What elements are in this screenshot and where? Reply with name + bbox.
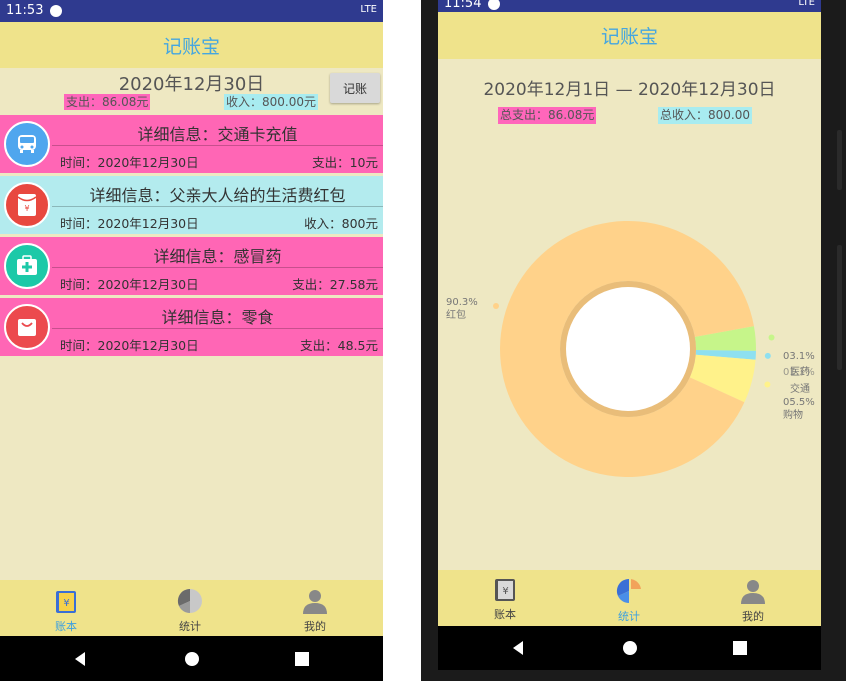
record-title: 详细信息：父亲大人给的生活费红包 xyxy=(89,186,346,205)
record-time: 时间：2020年12月30日 xyxy=(60,277,199,292)
divider xyxy=(52,328,383,329)
pie-chart-icon xyxy=(616,578,641,604)
tab-mine[interactable]: 我的 xyxy=(295,587,335,634)
total-income: 总收入：800.00 xyxy=(658,107,752,124)
record-amount: 收入：800元 xyxy=(304,216,378,231)
svg-text:¥: ¥ xyxy=(24,204,29,213)
volume-button xyxy=(837,130,842,190)
tab-stats-label: 统计 xyxy=(618,610,640,623)
pie-label-shopping: 05.5% 购物 xyxy=(783,396,815,422)
record-amount: 支出：27.58元 xyxy=(292,277,378,292)
svg-text:¥: ¥ xyxy=(63,598,69,609)
pie-label-percent: 90.3% xyxy=(446,297,478,308)
record-item[interactable]: 详细信息：交通卡充值 时间：2020年12月30日 支出：10元 xyxy=(0,115,383,173)
pie-label-marker xyxy=(764,381,771,388)
bus-icon xyxy=(4,121,50,167)
pie-label-medicine: 03.1% xyxy=(783,350,815,363)
add-record-button[interactable]: 记账 xyxy=(330,73,380,103)
pie-label-name: 购物 xyxy=(783,410,803,421)
record-time: 时间：2020年12月30日 xyxy=(60,155,199,170)
system-nav-bar xyxy=(438,626,821,670)
tab-ledger-label: 账本 xyxy=(55,620,77,633)
statistics-screen: 11:54 LTE 记账宝 2020年12月1日 — 2020年12月30日 总… xyxy=(438,0,821,670)
record-item[interactable]: 详细信息：感冒药 时间：2020年12月30日 支出：27.58元 xyxy=(0,237,383,295)
record-time: 时间：2020年12月30日 xyxy=(60,216,199,231)
sync-icon xyxy=(488,0,500,10)
network-indicator: LTE xyxy=(360,4,377,15)
total-expense: 总支出：86.08元 xyxy=(498,107,597,124)
pie-label-marker xyxy=(764,352,771,359)
status-bar: 11:53 LTE xyxy=(0,0,383,22)
red-envelope-icon: ¥ xyxy=(4,182,50,228)
pie-label-marker xyxy=(768,334,775,341)
record-title: 详细信息：感冒药 xyxy=(153,247,282,266)
pie-label-marker xyxy=(493,303,499,309)
tab-ledger[interactable]: ¥ 账本 xyxy=(485,577,525,622)
bottom-nav: ¥ 账本 统计 我的 xyxy=(0,580,383,636)
date-header: 2020年12月30日 支出：86.08元 收入：800.00元 记账 xyxy=(0,68,383,114)
shopping-bag-icon xyxy=(4,304,50,350)
record-time: 时间：2020年12月30日 xyxy=(60,338,199,353)
divider xyxy=(52,145,383,146)
tab-stats-label: 统计 xyxy=(179,620,201,633)
income-summary: 收入：800.00元 xyxy=(224,94,318,110)
pie-label-redpacket: 90.3% 红包 xyxy=(446,296,478,322)
home-icon[interactable] xyxy=(184,651,200,667)
app-title: 记账宝 xyxy=(0,22,383,68)
ledger-screen: 11:53 LTE 记账宝 2020年12月30日 支出：86.08元 收入：8… xyxy=(0,0,383,681)
tab-mine-label: 我的 xyxy=(742,610,764,623)
record-amount: 支出：48.5元 xyxy=(300,338,378,353)
record-title: 详细信息：交通卡充值 xyxy=(137,125,298,144)
pie-label-percent: 05.5% xyxy=(783,397,815,408)
ledger-icon: ¥ xyxy=(56,591,76,613)
tab-ledger-label: 账本 xyxy=(494,608,516,621)
home-icon[interactable] xyxy=(622,640,638,656)
pie-label-transport-name: 交通 xyxy=(790,384,810,395)
ledger-icon: ¥ xyxy=(495,579,515,601)
date-range: 2020年12月1日 — 2020年12月30日 xyxy=(483,80,776,100)
power-button xyxy=(837,245,842,370)
pie-label-transport-percent: 01.1% xyxy=(783,367,815,378)
status-time: 11:53 xyxy=(6,3,44,18)
current-date: 2020年12月30日 xyxy=(118,74,265,95)
status-time: 11:54 xyxy=(444,0,482,11)
bottom-nav: ¥ 账本 统计 我的 xyxy=(438,570,821,626)
donut-hole xyxy=(566,287,690,411)
recents-icon[interactable] xyxy=(294,651,310,667)
recents-icon[interactable] xyxy=(732,640,748,656)
pie-label-percent: 03.1% xyxy=(783,351,815,362)
device-frame: 11:54 LTE 记账宝 2020年12月1日 — 2020年12月30日 总… xyxy=(421,0,846,681)
person-icon xyxy=(741,580,765,604)
record-title: 详细信息：零食 xyxy=(161,308,274,327)
category-pie-chart xyxy=(493,221,775,477)
sync-icon xyxy=(50,5,62,17)
expense-summary: 支出：86.08元 xyxy=(64,94,151,110)
system-nav-bar xyxy=(0,636,383,681)
record-amount: 支出：10元 xyxy=(312,155,378,170)
pie-label-name: 红包 xyxy=(446,310,466,321)
tab-stats[interactable]: 统计 xyxy=(609,577,649,624)
divider xyxy=(52,206,383,207)
back-icon[interactable] xyxy=(510,640,526,656)
back-icon[interactable] xyxy=(72,651,88,667)
network-indicator: LTE xyxy=(798,0,815,8)
tab-ledger[interactable]: ¥ 账本 xyxy=(46,589,86,634)
tab-mine-label: 我的 xyxy=(304,620,326,633)
svg-text:¥: ¥ xyxy=(502,586,508,597)
app-title: 记账宝 xyxy=(438,12,821,59)
record-item[interactable]: 详细信息：零食 时间：2020年12月30日 支出：48.5元 xyxy=(0,298,383,356)
tab-stats[interactable]: 统计 xyxy=(170,587,210,634)
tab-mine[interactable]: 我的 xyxy=(733,577,773,624)
divider xyxy=(52,267,383,268)
medical-kit-icon xyxy=(4,243,50,289)
record-item[interactable]: ¥ 详细信息：父亲大人给的生活费红包 时间：2020年12月30日 收入：800… xyxy=(0,176,383,234)
pie-chart-icon xyxy=(177,588,202,614)
status-bar: 11:54 LTE xyxy=(438,0,821,12)
person-icon xyxy=(303,590,327,614)
